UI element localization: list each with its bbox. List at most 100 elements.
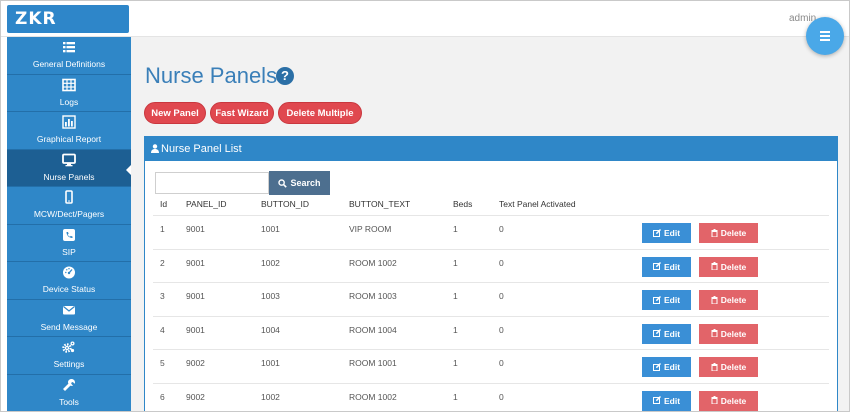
column-header-button-id[interactable]: BUTTON_ID: [261, 199, 309, 209]
sidebar-item-graphical-report[interactable]: Graphical Report: [7, 112, 131, 150]
cell-text-panel-activated: 0: [499, 324, 504, 335]
trash-icon: [711, 396, 718, 405]
delete-button[interactable]: Delete: [699, 290, 758, 310]
cell-button-id: 1001: [261, 224, 280, 234]
column-header-panel-id[interactable]: PANEL_ID: [186, 199, 226, 209]
edit-button[interactable]: Edit: [642, 290, 691, 310]
delete-button[interactable]: Delete: [699, 357, 758, 377]
edit-button[interactable]: Edit: [642, 223, 691, 243]
delete-button[interactable]: Delete: [699, 223, 758, 243]
envelope-icon: [63, 305, 75, 314]
cell-id: 1: [160, 224, 165, 234]
sidebar-item-general-definitions[interactable]: General Definitions: [7, 37, 131, 75]
sidebar-item-sip[interactable]: SIP: [7, 225, 131, 262]
sidebar-item-label: Settings: [53, 359, 85, 369]
sidebar-item-label: Graphical Report: [36, 134, 102, 144]
logo-text: ZKR: [15, 9, 57, 29]
edit-button[interactable]: Edit: [642, 357, 691, 377]
help-icon[interactable]: ?: [276, 67, 294, 85]
table-row: 5 9002 1001 ROOM 1001 1 0 Edit Delete: [153, 349, 829, 383]
phone-icon: [63, 228, 75, 241]
cell-id: 6: [160, 391, 165, 402]
bar-chart-icon: [62, 115, 76, 129]
trash-icon: [711, 362, 718, 372]
sidebar-item-mcw-dect-pagers[interactable]: MCW/Dect/Pagers: [7, 187, 131, 225]
mobile-icon: [65, 190, 73, 204]
cell-panel-id: 9001: [186, 257, 205, 268]
sidebar-item-tools[interactable]: Tools: [7, 375, 131, 412]
sidebar-item-settings[interactable]: Settings: [7, 337, 131, 375]
top-bar: ZKR admin: [1, 1, 849, 37]
user-icon: [151, 144, 159, 153]
sidebar-item-send-message[interactable]: Send Message: [7, 300, 131, 337]
pencil-icon: [652, 228, 661, 237]
cell-button-id: 1003: [261, 291, 280, 301]
pencil-icon: [652, 396, 661, 405]
delete-button-label: Delete: [720, 228, 747, 238]
menu-button[interactable]: [806, 17, 844, 55]
panel-header: Nurse Panel List: [145, 137, 837, 161]
edit-button-label: Edit: [663, 261, 681, 272]
sidebar-item-device-status[interactable]: Device Status: [7, 262, 131, 300]
edit-button-label: Edit: [663, 395, 681, 406]
cell-button-text: ROOM 1003: [349, 291, 397, 301]
cell-panel-id: 9001: [186, 224, 205, 234]
edit-button-label: Edit: [663, 295, 681, 305]
trash-icon: [711, 295, 718, 305]
cell-button-text: ROOM 1001: [349, 358, 397, 368]
sidebar-item-label: General Definitions: [32, 59, 106, 69]
search-input[interactable]: [155, 172, 269, 194]
delete-button-label: Delete: [720, 395, 747, 406]
cell-button-text: VIP ROOM: [349, 224, 392, 234]
edit-button[interactable]: Edit: [642, 323, 691, 344]
sidebar-item-label: MCW/Dect/Pagers: [33, 209, 105, 219]
table-row: 3 9001 1003 ROOM 1003 1 0 Edit Delete: [153, 282, 829, 316]
edit-button-label: Edit: [663, 362, 681, 372]
edit-button-label: Edit: [663, 328, 681, 339]
cell-id: 2: [160, 257, 165, 268]
delete-multiple-button[interactable]: Delete Multiple: [278, 102, 362, 124]
fast-wizard-button[interactable]: Fast Wizard: [210, 102, 274, 124]
sidebar-item-label: Nurse Panels: [43, 171, 95, 182]
sidebar-item-label: Tools: [59, 396, 79, 407]
delete-button-label: Delete: [720, 362, 747, 372]
cell-panel-id: 9001: [186, 324, 205, 335]
sidebar-item-label: Device Status: [42, 284, 96, 294]
edit-button[interactable]: Edit: [642, 256, 691, 277]
cell-button-text: ROOM 1002: [349, 257, 397, 268]
cell-panel-id: 9002: [186, 391, 205, 402]
cell-button-id: 1002: [261, 257, 280, 268]
delete-button-label: Delete: [720, 328, 747, 339]
cell-id: 4: [160, 324, 165, 335]
table-icon: [62, 78, 76, 91]
cell-button-text: ROOM 1002: [349, 391, 397, 402]
delete-button[interactable]: Delete: [699, 323, 758, 344]
table-row: 2 9001 1002 ROOM 1002 1 0 Edit Delete: [153, 248, 829, 283]
pencil-icon: [652, 262, 661, 271]
delete-button[interactable]: Delete: [699, 256, 758, 277]
page-title: Nurse Panels: [145, 63, 278, 88]
cell-beds: 1: [453, 358, 458, 368]
sidebar-item-label: Send Message: [40, 321, 98, 332]
app-window: ZKR admin General Definitions Logs Graph…: [0, 0, 850, 412]
column-header-id[interactable]: Id: [160, 199, 167, 209]
trash-icon: [711, 329, 718, 338]
delete-button[interactable]: Delete: [699, 390, 758, 411]
sidebar-item-label: SIP: [62, 246, 76, 257]
main-content: Nurse Panels ? New Panel Fast Wizard Del…: [131, 37, 849, 411]
search-button[interactable]: Search: [269, 171, 330, 195]
column-header-button-text[interactable]: BUTTON_TEXT: [349, 199, 410, 209]
logo[interactable]: ZKR: [7, 5, 129, 33]
cell-button-id: 1001: [261, 358, 280, 368]
edit-button[interactable]: Edit: [642, 390, 691, 411]
table-row: 4 9001 1004 ROOM 1004 1 0 Edit Delete: [153, 315, 829, 350]
cell-beds: 1: [453, 257, 458, 268]
column-header-text-panel-activated[interactable]: Text Panel Activated: [499, 199, 576, 209]
cell-text-panel-activated: 0: [499, 224, 504, 234]
sidebar-item-logs[interactable]: Logs: [7, 75, 131, 112]
sidebar-item-nurse-panels[interactable]: Nurse Panels: [7, 149, 132, 187]
new-panel-button[interactable]: New Panel: [144, 102, 206, 124]
column-header-beds[interactable]: Beds: [453, 199, 472, 209]
cell-text-panel-activated: 0: [499, 358, 504, 368]
cell-beds: 1: [453, 324, 458, 335]
